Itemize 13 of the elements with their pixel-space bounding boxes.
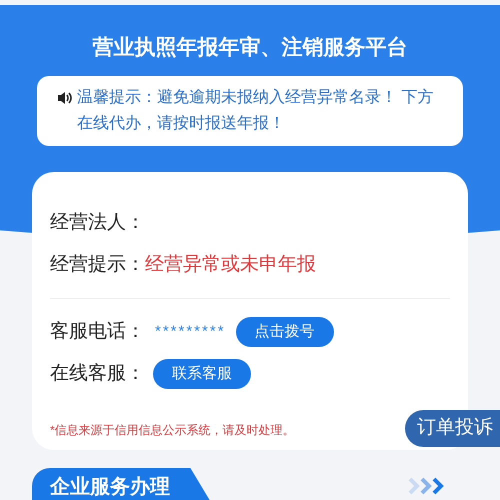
action-button[interactable]: 点击拨号	[236, 317, 334, 347]
field-label: 客服电话：	[50, 320, 145, 344]
complaint-button[interactable]: 订单投诉	[405, 410, 500, 447]
phone-number: *********	[155, 322, 226, 342]
page-title: 营业执照年报年审、注销服务平台	[92, 34, 408, 61]
field-label: 在线客服：	[50, 362, 145, 386]
status-text: 经营异常或未申年报	[145, 252, 316, 277]
speaker-icon	[57, 91, 73, 105]
notice-text: 温馨提示：避免逾期未报纳入经营异常名录！ 下方在线代办，请按时报送年报！	[77, 88, 434, 134]
field-label: 经营提示：	[50, 252, 145, 277]
action-button[interactable]: 联系客服	[153, 359, 251, 389]
footnote: *信息来源于信用信息公示系统，请及时处理。	[50, 422, 295, 439]
field-label: 经营法人：	[50, 210, 145, 235]
